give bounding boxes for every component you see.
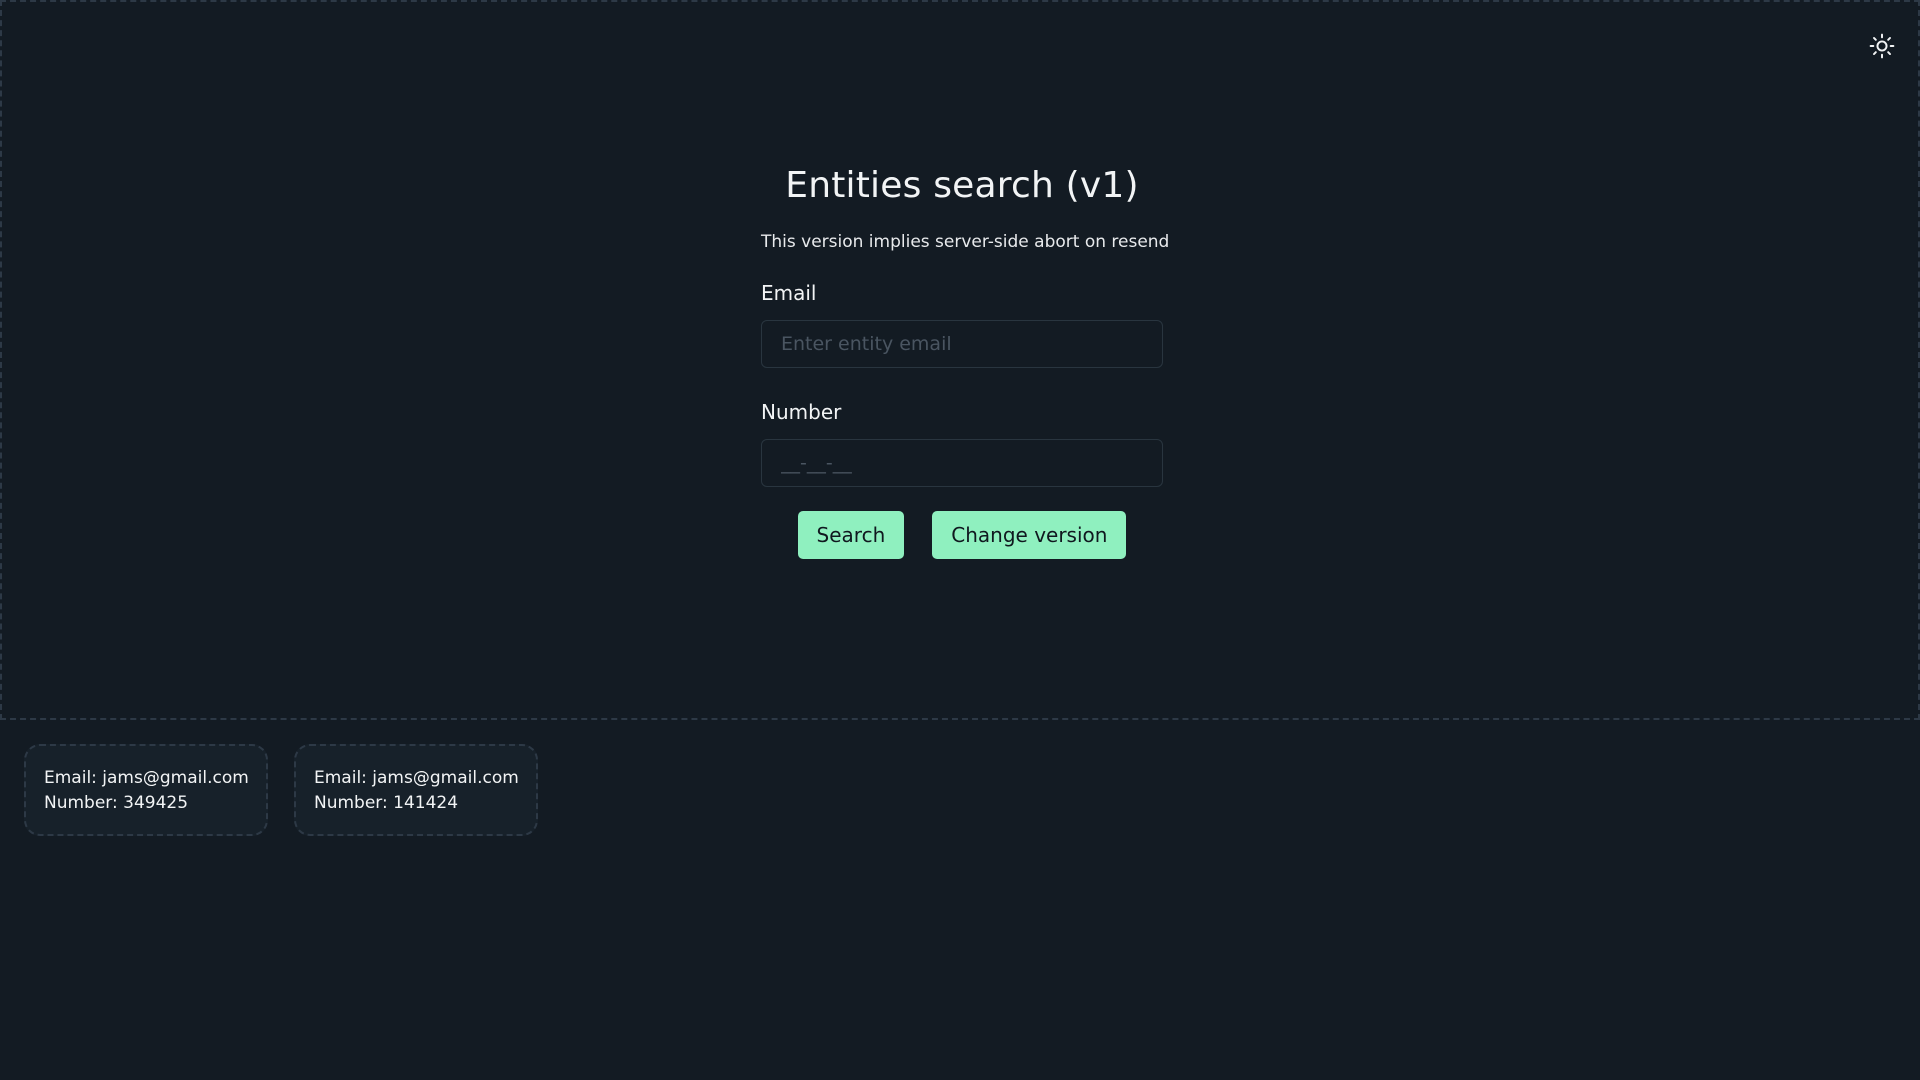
result-email: Email: jams@gmail.com xyxy=(314,768,519,788)
result-card: Email: jams@gmail.com Number: 349425 xyxy=(24,744,268,836)
version-description: This version implies server-side abort o… xyxy=(761,232,1170,252)
form-actions: Search Change version xyxy=(761,511,1163,559)
page-title: Entities search (v1) xyxy=(785,165,1139,206)
number-label: Number xyxy=(761,400,842,424)
search-button[interactable]: Search xyxy=(797,511,905,559)
change-version-button[interactable]: Change version xyxy=(932,511,1127,559)
result-number: Number: 349425 xyxy=(44,793,189,813)
results-list: Email: jams@gmail.com Number: 349425 Ema… xyxy=(24,744,538,836)
result-email: Email: jams@gmail.com xyxy=(44,768,249,788)
result-card: Email: jams@gmail.com Number: 141424 xyxy=(294,744,538,836)
number-input[interactable] xyxy=(761,439,1163,487)
sun-icon xyxy=(1869,33,1895,59)
email-input[interactable] xyxy=(761,320,1163,368)
result-number: Number: 141424 xyxy=(314,793,459,813)
email-label: Email xyxy=(761,281,817,305)
search-panel: Entities search (v1) This version implie… xyxy=(0,0,1920,720)
theme-toggle-button[interactable] xyxy=(1866,30,1898,62)
search-form: Entities search (v1) This version implie… xyxy=(761,154,1170,559)
